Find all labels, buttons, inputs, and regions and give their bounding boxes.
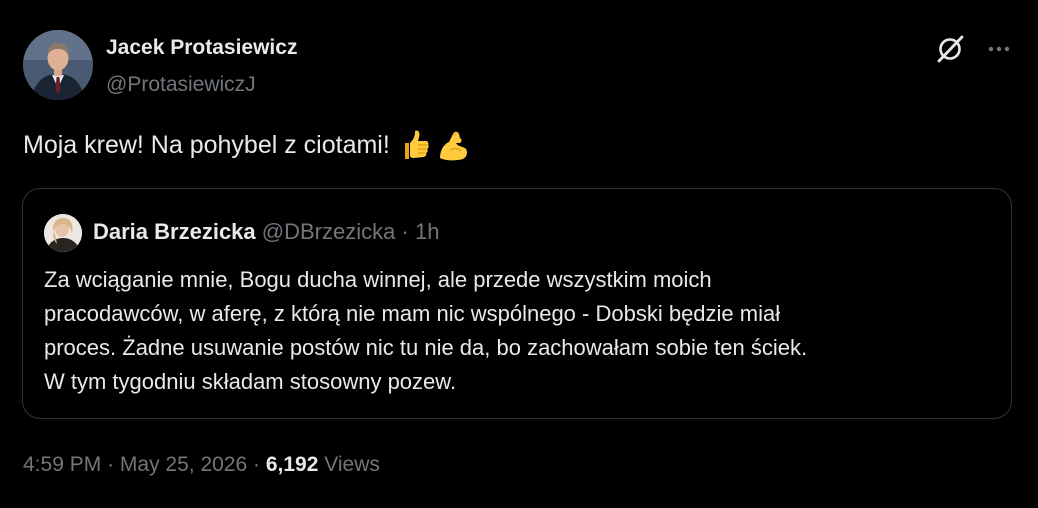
quoted-author-name[interactable]: Daria Brzezicka — [93, 219, 256, 244]
flexed-biceps-emoji-icon — [436, 128, 470, 162]
meta-separator: · — [253, 453, 261, 476]
tweet: Jacek Protasiewicz @ProtasiewiczJ Moja k… — [0, 0, 1038, 508]
quoted-author-avatar[interactable] — [44, 214, 82, 252]
quoted-tweet[interactable]: Daria Brzezicka @DBrzezicka · 1h Za wcią… — [22, 188, 1012, 419]
quoted-text-line: pracodawców, w aferę, z którą nie mam ni… — [44, 301, 781, 326]
tweet-meta: 4:59 PM · May 25, 2026 · 6,192 Views — [23, 453, 380, 477]
tweet-date[interactable]: May 25, 2026 — [120, 453, 247, 476]
quoted-header: Daria Brzezicka @DBrzezicka · 1h — [93, 219, 439, 245]
views-count: 6,192 — [265, 453, 319, 476]
thumbs-up-emoji-icon — [398, 128, 432, 162]
avatar-portrait — [23, 30, 93, 100]
quoted-text-line: W tym tygodniu składam stosowny pozew. — [44, 369, 457, 394]
tweet-text: Moja krew! Na pohybel z ciotami! — [23, 128, 470, 162]
author-handle[interactable]: @ProtasiewiczJ — [106, 73, 256, 97]
more-options-icon[interactable] — [984, 34, 1014, 64]
author-name[interactable]: Jacek Protasiewicz — [106, 36, 297, 60]
meta-separator: · — [107, 453, 115, 476]
grok-icon[interactable] — [935, 34, 965, 64]
author-avatar[interactable] — [23, 30, 93, 100]
quoted-author-handle[interactable]: @DBrzezicka — [262, 219, 396, 244]
quoted-text-line: proces. Żadne usuwanie postów nic tu nie… — [44, 335, 808, 360]
quoted-separator: · — [401, 219, 409, 244]
quoted-text: Za wciąganie mnie, Bogu ducha winnej, al… — [44, 263, 994, 399]
quoted-avatar-portrait — [44, 214, 82, 252]
tweet-text-content: Moja krew! Na pohybel z ciotami! — [23, 130, 390, 159]
quoted-timestamp[interactable]: 1h — [415, 219, 439, 244]
tweet-time[interactable]: 4:59 PM — [23, 453, 101, 476]
quoted-text-line: Za wciąganie mnie, Bogu ducha winnej, al… — [44, 267, 712, 292]
views-label: Views — [324, 453, 380, 476]
